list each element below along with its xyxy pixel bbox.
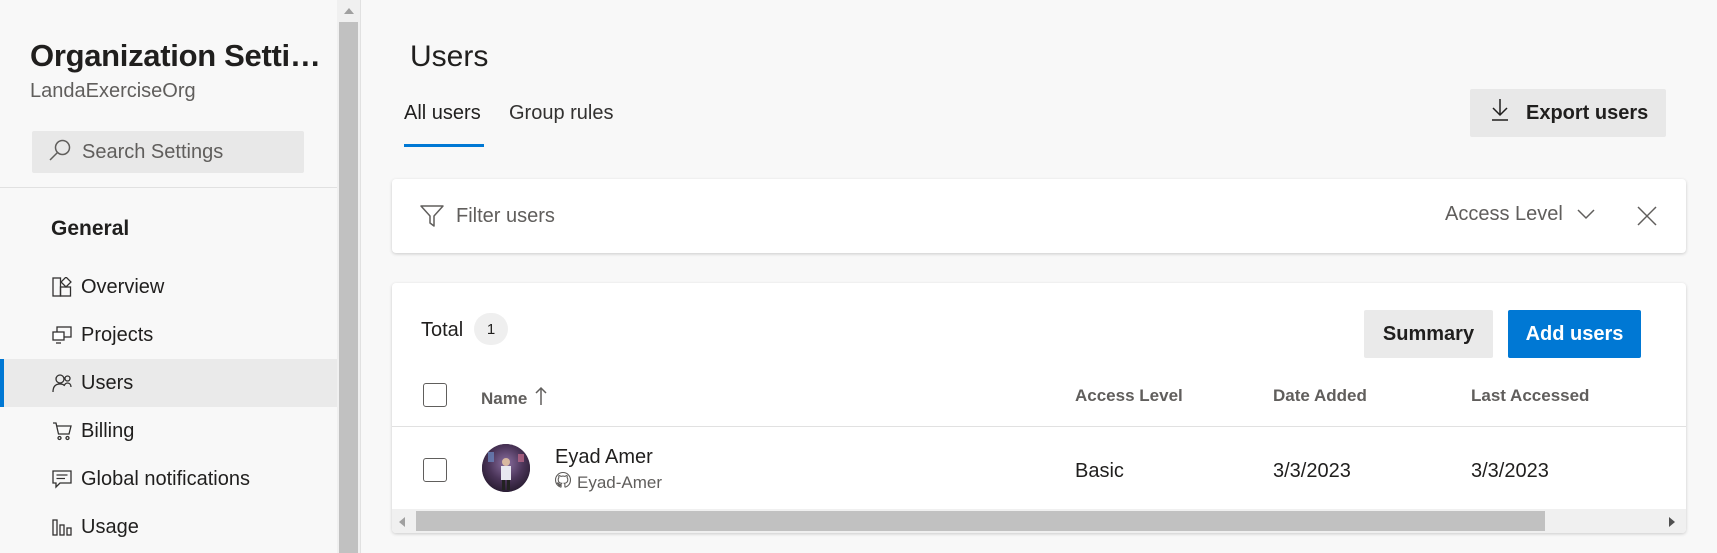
sidebar-scrollbar[interactable] xyxy=(337,0,360,553)
sidebar-item-users[interactable]: Users xyxy=(0,359,337,407)
organization-name: LandaExerciseOrg xyxy=(30,80,196,102)
search-icon xyxy=(48,138,82,167)
user-github-handle: Eyad-Amer xyxy=(554,471,663,493)
total-count-badge: 1 xyxy=(474,313,508,345)
scroll-up-arrow-icon[interactable] xyxy=(337,0,360,22)
nav-group-general: General xyxy=(51,217,130,240)
overview-icon xyxy=(51,276,73,298)
horizontal-scrollbar[interactable] xyxy=(392,509,1686,533)
github-handle-text: Eyad-Amer xyxy=(577,472,663,492)
sidebar-item-label: Users xyxy=(81,371,134,394)
user-date-added: 3/3/2023 xyxy=(1273,460,1351,482)
scroll-left-arrow-icon[interactable] xyxy=(398,515,406,533)
sidebar-item-label: Projects xyxy=(81,323,154,346)
column-header-name[interactable]: Name xyxy=(481,386,547,411)
sort-ascending-icon xyxy=(527,386,547,411)
sidebar-item-usage[interactable]: Usage xyxy=(0,503,337,551)
usage-icon xyxy=(51,516,73,538)
app-window: Organization Settin... LandaExerciseOrg … xyxy=(0,0,1717,553)
column-header-access-level[interactable]: Access Level xyxy=(1075,386,1183,406)
sidebar-item-label: Overview xyxy=(81,275,165,298)
search-settings-input[interactable] xyxy=(82,140,282,164)
filter-users-input[interactable] xyxy=(456,201,1056,231)
sidebar-title: Organization Settin... xyxy=(30,38,330,73)
summary-button[interactable]: Summary xyxy=(1364,310,1493,358)
chevron-down-icon xyxy=(1563,203,1595,226)
settings-sidebar: Organization Settin... LandaExerciseOrg … xyxy=(0,0,337,553)
search-settings-box[interactable] xyxy=(32,131,304,173)
sidebar-item-global-notifications[interactable]: Global notifications xyxy=(0,455,337,503)
tab-all-users[interactable]: All users xyxy=(404,102,481,125)
export-users-button[interactable]: Export users xyxy=(1470,89,1666,137)
access-level-dropdown-label: Access Level xyxy=(1445,203,1563,225)
row-checkbox[interactable] xyxy=(423,458,447,482)
scrollbar-thumb[interactable] xyxy=(339,22,358,553)
page-title: Users xyxy=(410,40,489,73)
sidebar-item-label: Billing xyxy=(81,419,135,442)
filter-bar: Access Level xyxy=(392,179,1686,253)
header-divider xyxy=(392,426,1686,427)
column-header-last-accessed[interactable]: Last Accessed xyxy=(1471,386,1589,406)
column-header-date-added[interactable]: Date Added xyxy=(1273,386,1367,406)
scrollbar-thumb[interactable] xyxy=(416,511,1545,531)
sidebar-divider xyxy=(0,187,337,188)
projects-icon xyxy=(51,324,73,346)
tab-group-rules[interactable]: Group rules xyxy=(509,102,614,125)
github-icon xyxy=(554,471,577,493)
avatar xyxy=(482,444,530,492)
download-icon xyxy=(1490,98,1526,128)
column-header-label: Name xyxy=(481,388,528,408)
user-access-level[interactable]: Basic xyxy=(1075,460,1124,483)
access-level-dropdown[interactable]: Access Level xyxy=(1445,203,1595,226)
sidebar-item-label: Usage xyxy=(81,515,139,538)
add-users-button[interactable]: Add users xyxy=(1508,310,1641,358)
total-label: Total xyxy=(421,319,464,341)
close-icon[interactable] xyxy=(1636,205,1658,232)
export-users-label: Export users xyxy=(1526,101,1649,124)
users-icon xyxy=(51,372,73,394)
scroll-right-arrow-icon[interactable] xyxy=(1668,515,1676,533)
filter-icon xyxy=(420,204,444,233)
cart-icon xyxy=(51,420,73,442)
sidebar-item-overview[interactable]: Overview xyxy=(0,263,337,311)
users-table-card: Total 1 Summary Add users Name Access Le… xyxy=(392,283,1686,533)
user-display-name[interactable]: Eyad Amer xyxy=(555,446,653,469)
active-tab-indicator xyxy=(404,144,484,147)
sidebar-item-billing[interactable]: Billing xyxy=(0,407,337,455)
select-all-checkbox[interactable] xyxy=(423,383,447,407)
user-last-accessed: 3/3/2023 xyxy=(1471,460,1549,482)
main-content: Users All users Group rules Export users… xyxy=(361,0,1717,553)
sidebar-item-label: Global notifications xyxy=(81,467,250,490)
sidebar-item-projects[interactable]: Projects xyxy=(0,311,337,359)
notifications-icon xyxy=(51,468,73,490)
